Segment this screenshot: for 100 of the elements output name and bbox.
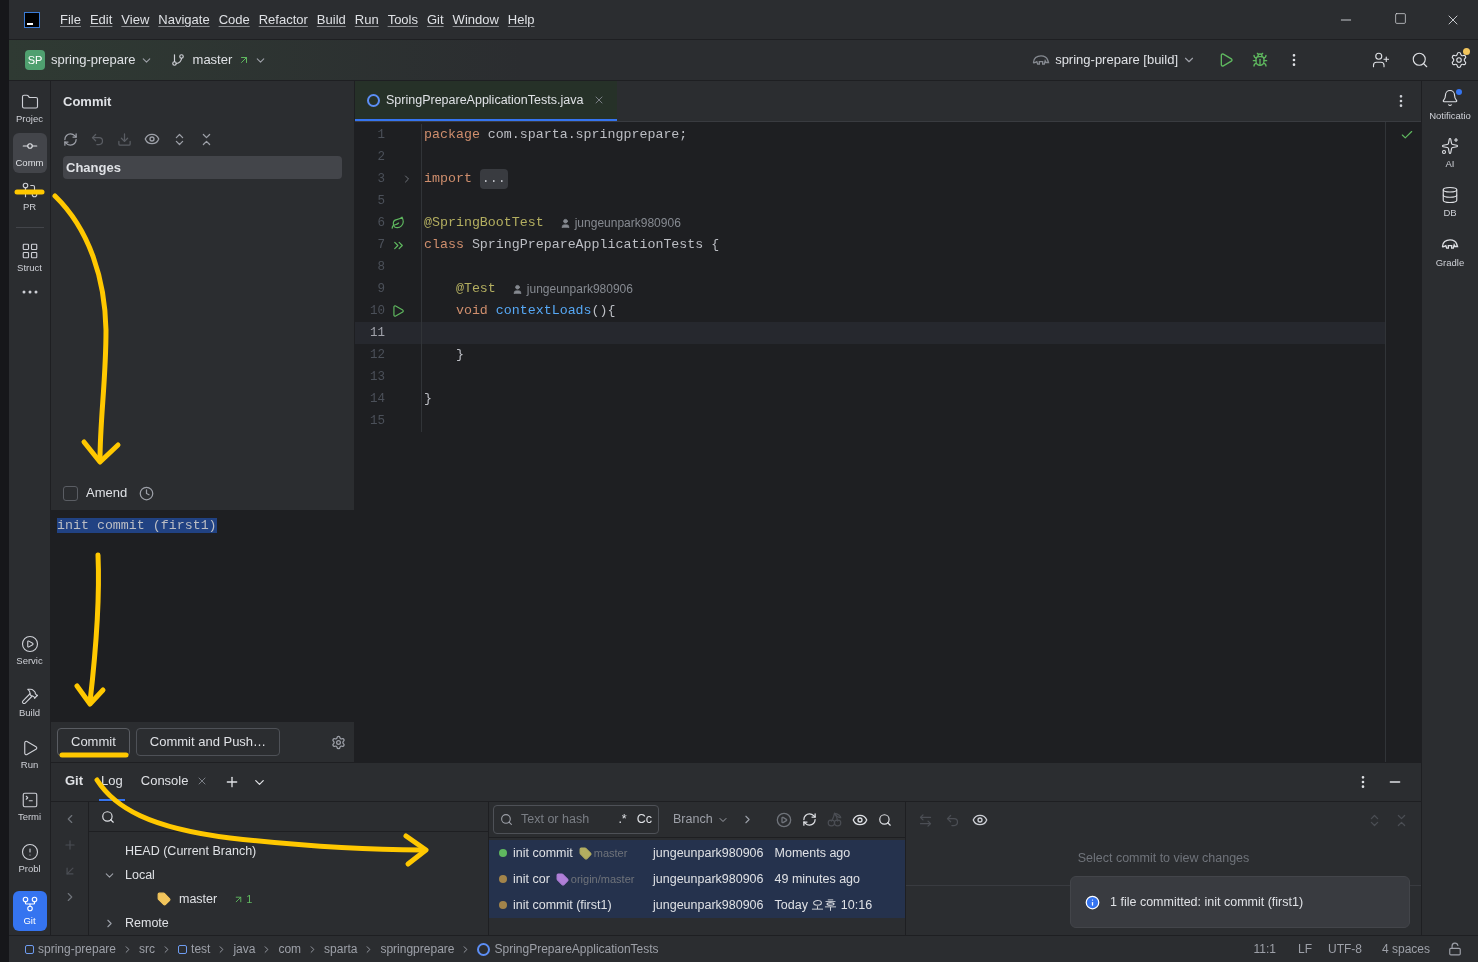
amend-checkbox[interactable] xyxy=(63,485,78,501)
tool-window-button[interactable]: Comm xyxy=(12,133,47,173)
tool-window-button[interactable]: Gradle xyxy=(1424,233,1476,270)
author-hint: jungeunpark980906 xyxy=(526,281,633,298)
menu-item[interactable]: Tools xyxy=(387,9,418,30)
play-icon[interactable] xyxy=(775,811,792,828)
menu-item[interactable]: View xyxy=(121,9,150,30)
database-icon xyxy=(1441,185,1459,204)
log-filter-field[interactable]: Text or hash .* Cc xyxy=(493,805,659,834)
commit-message: init cor xyxy=(513,870,550,888)
commit-message-field[interactable]: init commit (first1) xyxy=(57,518,217,533)
folder-icon xyxy=(20,93,39,111)
eye-icon[interactable] xyxy=(972,812,988,828)
cursor-position[interactable]: 11:1 xyxy=(1253,940,1276,958)
editor-tab[interactable]: SpringPrepareApplicationTests.java xyxy=(355,81,618,121)
amend-label: Amend xyxy=(86,484,128,503)
menu-item[interactable]: Refactor xyxy=(258,9,308,30)
pull-request-icon xyxy=(20,181,39,199)
code-token: void xyxy=(454,302,489,321)
tool-window-button[interactable]: Struct xyxy=(12,238,47,278)
menu-item[interactable]: Build xyxy=(316,9,346,30)
tool-window-button[interactable]: Build xyxy=(12,683,47,723)
search-icon[interactable] xyxy=(1411,51,1429,69)
menu-item[interactable]: File xyxy=(60,9,81,30)
sparkle-icon xyxy=(1441,137,1459,156)
code-token: SpringPrepareApplicationTests { xyxy=(470,236,720,255)
commit-author: jungeunpark980906 xyxy=(653,896,764,914)
tag-icon xyxy=(157,892,171,906)
notification-text: 1 file committed: init commit (first1) xyxy=(1110,893,1304,911)
file-encoding[interactable]: UTF-8 xyxy=(1327,940,1362,958)
refresh-icon[interactable] xyxy=(63,131,78,147)
menu-item[interactable]: Help xyxy=(507,9,535,30)
breadcrumb-item[interactable]: sparta xyxy=(324,940,358,958)
branch-icon xyxy=(170,53,185,67)
code-token: } xyxy=(454,346,464,365)
commit-row[interactable]: init commit master jungeunpark980906 Moments ago xyxy=(489,840,905,866)
branch-selector[interactable]: master xyxy=(192,50,233,70)
menu-item[interactable]: Git xyxy=(427,9,444,30)
tool-window-button[interactable]: AI xyxy=(1424,137,1476,172)
indent-setting[interactable]: 4 spaces xyxy=(1381,940,1430,958)
breadcrumb-item[interactable]: spring-prepare xyxy=(38,940,117,958)
commit-row[interactable]: init commit (first1) jungeunpark980906 Today 오후 10:16 xyxy=(489,892,905,918)
menu-item[interactable]: Edit xyxy=(89,9,113,30)
menu-item[interactable]: Window xyxy=(452,9,499,30)
tool-window-button[interactable]: Notificatio xyxy=(1424,89,1476,124)
branch-tree-item[interactable]: master xyxy=(179,889,218,909)
changes-group[interactable]: Changes xyxy=(63,156,342,179)
code-token: @SpringBootTest xyxy=(424,214,544,233)
code-token: @Test xyxy=(454,280,496,299)
leaf-icon[interactable] xyxy=(391,216,405,230)
tool-window-button[interactable]: Projec xyxy=(12,89,47,129)
search-icon[interactable] xyxy=(877,812,892,827)
menu-item[interactable]: Navigate xyxy=(158,9,210,30)
menu-item[interactable]: Run xyxy=(354,9,379,30)
match-case-toggle[interactable]: Cc xyxy=(636,810,652,829)
breadcrumb-item[interactable]: com xyxy=(278,940,302,958)
more-icon xyxy=(21,290,38,294)
eye-icon[interactable] xyxy=(144,131,160,147)
class-icon xyxy=(367,93,380,107)
maximize-icon[interactable] xyxy=(1394,11,1407,25)
panel-tab[interactable]: Console xyxy=(138,763,211,801)
settings-icon[interactable] xyxy=(331,734,346,750)
breadcrumb-item[interactable]: java xyxy=(233,940,256,958)
tool-window-button[interactable]: Servic xyxy=(12,631,47,671)
branch-tree-item[interactable]: HEAD (Current Branch) xyxy=(125,841,257,861)
tool-window-button[interactable]: Probl xyxy=(12,839,47,879)
menu-item[interactable]: Code xyxy=(218,9,250,30)
refresh-icon[interactable] xyxy=(801,812,817,827)
branch-filter[interactable]: Branch xyxy=(673,810,713,829)
panel-tab[interactable]: Git xyxy=(63,763,86,801)
regex-toggle[interactable]: .* xyxy=(618,810,627,829)
tool-window-button[interactable]: Termi xyxy=(12,787,47,827)
breadcrumb-item[interactable]: src xyxy=(139,940,156,958)
panel-tab[interactable]: Log xyxy=(99,763,125,801)
branch-tree-item[interactable]: Remote xyxy=(125,913,169,933)
commit-and-push-button[interactable]: Commit and Push… xyxy=(135,728,281,756)
tool-window-button[interactable]: PR xyxy=(12,177,47,217)
lock-icon[interactable] xyxy=(1448,942,1462,956)
branch-tree-item[interactable]: Local xyxy=(125,865,155,885)
person-icon xyxy=(511,283,523,295)
project-selector[interactable]: spring-prepare xyxy=(51,50,136,70)
commit-author: jungeunpark980906 xyxy=(653,844,764,862)
tool-window-button[interactable]: Run xyxy=(12,735,47,775)
run-configuration-selector[interactable]: spring-prepare [build] xyxy=(1055,50,1178,70)
run-icon[interactable] xyxy=(391,304,405,318)
history-icon[interactable] xyxy=(139,485,155,501)
tool-window-button[interactable]: Git xyxy=(12,891,47,931)
tool-window-button[interactable]: DB xyxy=(1424,185,1476,220)
search-icon[interactable] xyxy=(101,809,115,824)
hammer-icon xyxy=(20,687,39,705)
line-separator[interactable]: LF xyxy=(1297,940,1312,958)
breadcrumb-item[interactable]: SpringPrepareApplicationTests xyxy=(494,940,659,958)
commit-row[interactable]: init cor origin/master jungeunpark980906 49 minutes ago xyxy=(489,866,905,892)
debug-icon[interactable] xyxy=(1252,52,1268,68)
run-icon[interactable] xyxy=(1218,52,1234,68)
commit-message: init commit xyxy=(513,844,573,862)
add-user-icon[interactable] xyxy=(1372,51,1390,69)
breadcrumb-item[interactable]: test xyxy=(191,940,211,958)
breadcrumb-item[interactable]: springprepare xyxy=(380,940,455,958)
app-logo xyxy=(24,11,40,28)
